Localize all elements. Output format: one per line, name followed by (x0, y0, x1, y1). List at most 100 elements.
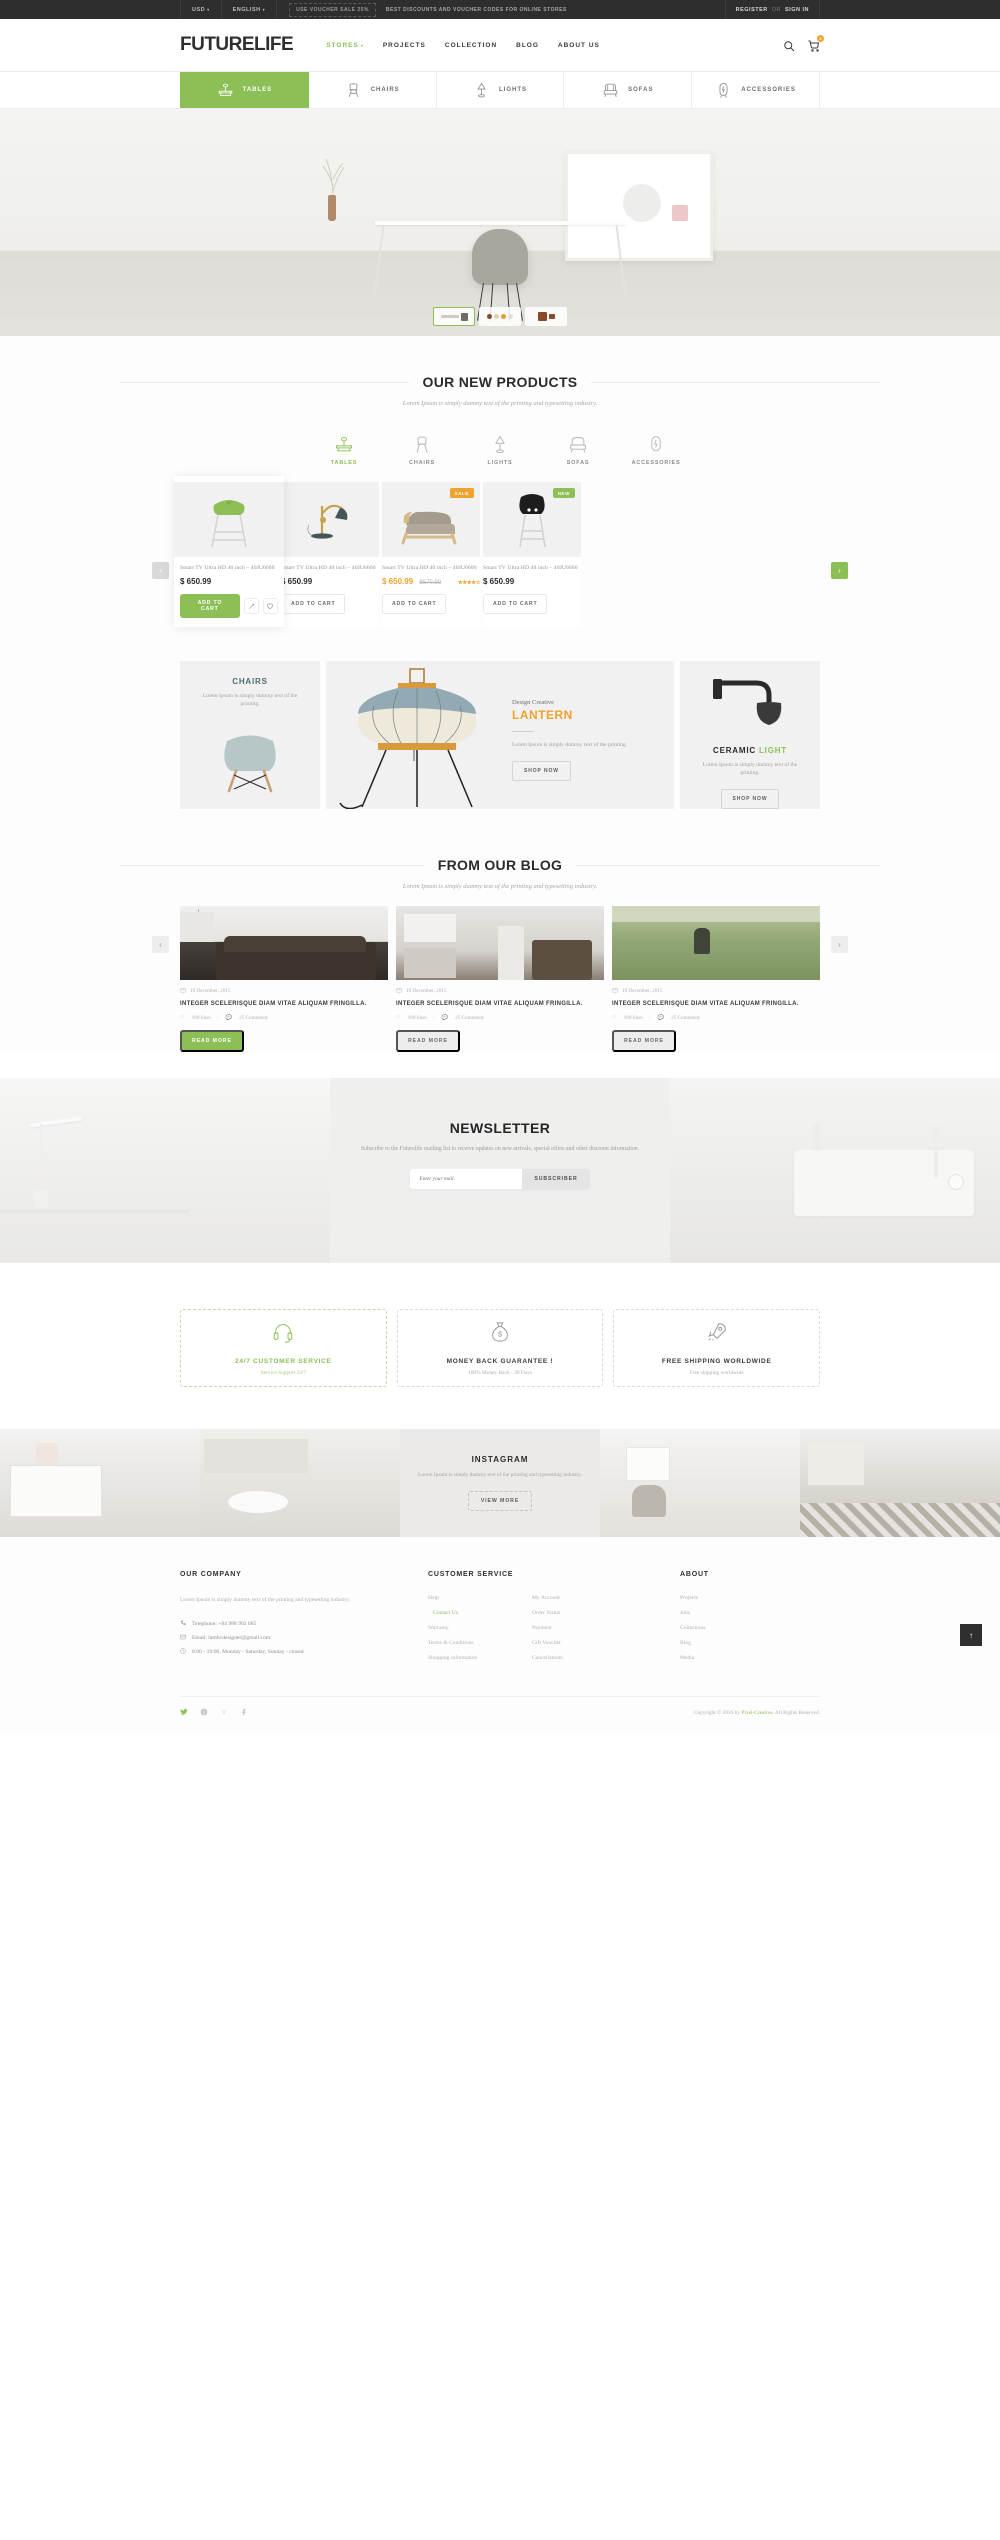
footer-link-warranty[interactable]: Warranty (428, 1625, 532, 1631)
mail-icon (180, 1634, 186, 1642)
footer-link-my-account[interactable]: My Account (532, 1595, 636, 1601)
read-more-button[interactable]: READ MORE (180, 1030, 244, 1052)
register-link[interactable]: REGISTER (736, 7, 768, 13)
language-selector[interactable]: ENGLISH ▾ (222, 0, 278, 19)
phone-icon (180, 1620, 186, 1628)
status-badge: SALE (449, 488, 474, 498)
filter-accessories[interactable]: ACCESSORIES (631, 429, 681, 466)
footer-link-blog[interactable]: Blog (680, 1640, 820, 1646)
instagram-photo[interactable] (200, 1429, 400, 1537)
instagram-photo[interactable] (0, 1429, 200, 1537)
mirror-icon (631, 429, 681, 455)
skype-icon[interactable]: S (200, 1708, 208, 1718)
category-tab-tables[interactable]: TABLES (180, 72, 309, 108)
promo-banner-chairs[interactable]: CHAIRS Lorem Ipsum is simply dummy text … (180, 661, 320, 809)
add-to-cart-button[interactable]: ADD TO CART (281, 594, 346, 614)
filter-label: ACCESSORIES (631, 460, 681, 466)
blog-next-button[interactable]: › (831, 936, 848, 953)
footer-link-jobs[interactable]: Jobs (680, 1610, 820, 1616)
vimeo-icon[interactable]: V (220, 1708, 228, 1718)
hero-slider[interactable] (0, 109, 1000, 336)
footer-link-projects[interactable]: Projects (680, 1595, 820, 1601)
promo-banner-lantern[interactable]: Design Creative LANTERN Lorem Ipsum is s… (326, 661, 674, 809)
read-more-button[interactable]: READ MORE (612, 1030, 676, 1052)
chevron-down-icon: ▾ (262, 7, 266, 12)
voucher-badge[interactable]: USE VOUCHER SALE 25% (289, 2, 376, 17)
account-links: REGISTER OR SIGN IN (724, 0, 820, 19)
carousel-next-button[interactable]: › (831, 562, 848, 579)
signin-link[interactable]: SIGN IN (785, 7, 809, 13)
product-card[interactable]: Smart TV Ultra HD 40 inch – 40JU6600 $ 6… (174, 476, 284, 627)
filter-chairs[interactable]: CHAIRS (397, 429, 447, 466)
service-customer-support[interactable]: 24/7 CUSTOMER SERVICE Service Support 24… (180, 1309, 387, 1387)
footer-link-terms[interactable]: Terms & Conditions (428, 1640, 532, 1646)
filter-tables[interactable]: TABLES (319, 429, 369, 466)
twitter-icon[interactable] (180, 1708, 188, 1718)
blog-prev-button[interactable]: ‹ (152, 936, 169, 953)
footer-link-cancellations[interactable]: Cancellations (532, 1655, 636, 1661)
copyright-brand[interactable]: Pixel-Creative (741, 1710, 772, 1716)
search-icon[interactable] (783, 39, 795, 52)
facebook-icon[interactable] (240, 1708, 248, 1718)
add-to-cart-button[interactable]: ADD TO CART (180, 594, 240, 618)
footer-link-media[interactable]: Media (680, 1655, 820, 1661)
category-tab-lights[interactable]: LIGHTS (437, 72, 565, 108)
footer-link-help[interactable]: Help (428, 1595, 532, 1601)
category-tab-chairs[interactable]: CHAIRS (309, 72, 437, 108)
read-more-button[interactable]: READ MORE (396, 1030, 460, 1052)
blog-card[interactable]: 16 December, 2015 INTEGER SCELERISQUE DI… (396, 906, 604, 1052)
blog-title: INTEGER SCELERISQUE DIAM VITAE ALIQUAM F… (396, 1001, 583, 1007)
filter-sofas[interactable]: SOFAS (553, 429, 603, 466)
view-more-button[interactable]: VIEW MORE (467, 1490, 533, 1511)
hero-thumb-knobs[interactable] (479, 307, 521, 326)
instagram-photo[interactable] (600, 1429, 800, 1537)
hero-thumb-desk[interactable] (433, 307, 475, 326)
nav-item-about-us[interactable]: ABOUT US (558, 42, 600, 49)
blog-date: 16 December, 2015 (612, 987, 820, 995)
footer-link-gift-voucher[interactable]: Gift Voucher (532, 1640, 636, 1646)
service-title: 24/7 CUSTOMER SERVICE (235, 1357, 332, 1365)
blog-card[interactable]: 16 December, 2015 INTEGER SCELERISQUE DI… (180, 906, 388, 1052)
product-title: Smart TV Ultra HD 40 inch – 40JU6600 (281, 565, 376, 571)
footer-link-collections[interactable]: Collections (680, 1625, 820, 1631)
product-card[interactable]: Smart TV Ultra HD 40 inch – 40JU6600 $ 6… (281, 482, 379, 627)
instagram-photo[interactable] (800, 1429, 1000, 1537)
nav-item-projects[interactable]: PROJECTS (383, 42, 426, 49)
footer-link-payment[interactable]: Payment (532, 1625, 636, 1631)
shop-now-button[interactable]: SHOP NOW (720, 788, 780, 809)
footer-link-contact-us[interactable]: Contact Us (428, 1610, 532, 1616)
shop-now-button[interactable]: SHOP NOW (512, 760, 571, 781)
add-to-cart-button[interactable]: ADD TO CART (382, 594, 447, 614)
cart-count-badge: 0 (817, 35, 824, 42)
category-tab-sofas[interactable]: SOFAS (564, 72, 693, 108)
site-logo[interactable]: FUTURELIFE (180, 34, 294, 56)
filter-lights[interactable]: LIGHTS (475, 429, 525, 466)
nav-item-collection[interactable]: COLLECTION (445, 42, 497, 49)
subscribe-button[interactable]: SUBSCRIBER (522, 1168, 590, 1189)
promo-chair-image (224, 735, 276, 793)
product-card[interactable]: NEW Smart TV Ultra HD 40 inch – 40JU6600… (483, 482, 581, 627)
scroll-to-top-button[interactable]: ↑ (960, 1624, 982, 1646)
newsletter-email-input[interactable] (410, 1168, 523, 1189)
promo-text: Lorem Ipsum is simply dummy text of the … (202, 693, 298, 708)
hero-thumb-armchair[interactable] (525, 307, 567, 326)
compare-icon[interactable] (243, 598, 259, 614)
footer-link-order-status[interactable]: Order Status (532, 1610, 636, 1616)
service-money-back[interactable]: $ MONEY BACK GUARANTEE ! 100% Money Back… (396, 1309, 604, 1387)
footer-telephone-label: Telephone: +84 988 992 085 (192, 1620, 257, 1627)
blog-card[interactable]: 16 December, 2015 INTEGER SCELERISQUE DI… (612, 906, 820, 1052)
service-free-shipping[interactable]: FREE SHIPPING WORLDWIDE Free shipping wo… (613, 1309, 821, 1387)
status-badge: NEW (552, 488, 575, 498)
category-tab-accessories[interactable]: ACCESSORIES (692, 72, 820, 108)
add-to-cart-button[interactable]: ADD TO CART (483, 594, 548, 614)
nav-item-stores[interactable]: STORES ▾ (326, 42, 364, 49)
wishlist-heart-icon[interactable] (262, 598, 278, 614)
footer-link-shopping-information[interactable]: Shopping information (428, 1655, 532, 1661)
nav-item-blog[interactable]: BLOG (516, 42, 539, 49)
currency-selector[interactable]: USD ▾ (180, 0, 222, 19)
cart-icon[interactable]: 0 (808, 35, 824, 52)
hero-plant (318, 151, 348, 200)
product-card[interactable]: SALE Smart TV Ultra HD 40 inch – 40JU660… (382, 482, 481, 627)
carousel-prev-button[interactable]: ‹ (152, 562, 169, 579)
promo-banner-ceramic[interactable]: CERAMIC LIGHT Lorem Ipsum is simply dumm… (680, 661, 820, 809)
